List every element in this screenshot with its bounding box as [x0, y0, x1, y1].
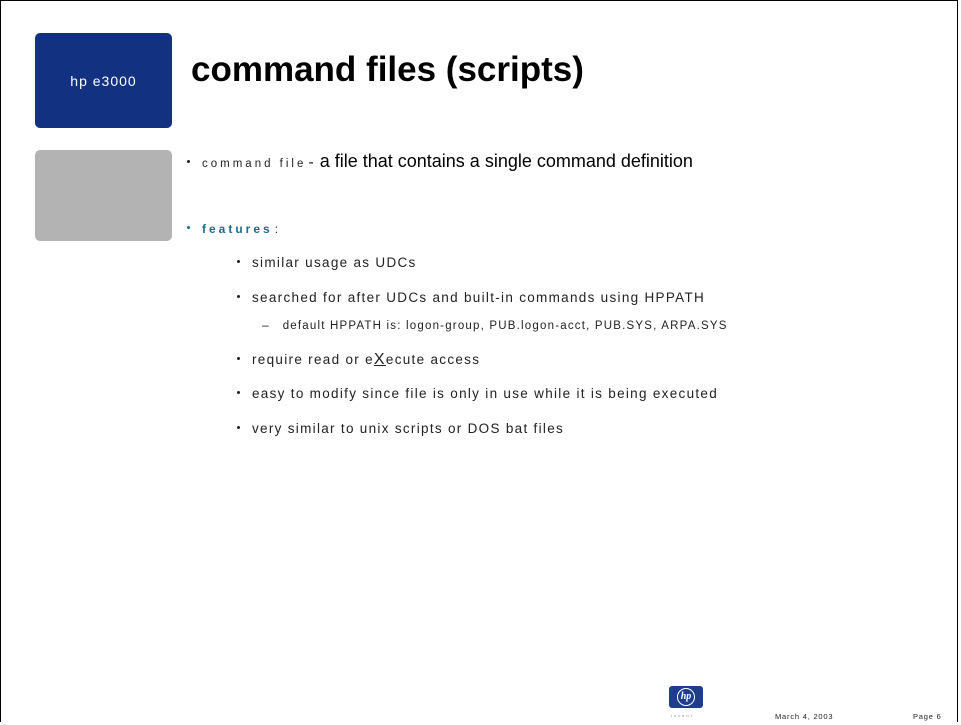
term-separator: - [308, 154, 314, 171]
bullet-dot [237, 260, 240, 263]
sub-bullet-dash: – [262, 318, 269, 332]
product-label-box: hp e3000 [35, 33, 172, 128]
feature-item: similar usage as UDCs [237, 255, 417, 270]
feature-item-underlined-letter: X [373, 351, 386, 368]
feature-item-text-suffix: ecute access [385, 352, 481, 367]
feature-item: easy to modify since file is only in use… [237, 386, 718, 401]
feature-sub-item: – default HPPATH is: logon-group, PUB.lo… [262, 318, 728, 332]
term-command-file: command file [202, 158, 307, 170]
bullet-command-file: command file - a file that contains a si… [187, 151, 693, 172]
bullet-dot [187, 226, 190, 229]
feature-item-text: very similar to unix scripts or DOS bat … [252, 421, 565, 436]
feature-item: very similar to unix scripts or DOS bat … [237, 421, 564, 436]
features-colon: : [274, 222, 279, 236]
product-label: hp e3000 [70, 72, 137, 89]
bullet-dot [237, 357, 240, 360]
slide-title: command files (scripts) [191, 50, 584, 89]
bullet-dot [237, 391, 240, 394]
term-definition: a file that contains a single command de… [319, 151, 693, 171]
feature-item-text: searched for after UDCs and built-in com… [252, 290, 706, 305]
feature-item-text: similar usage as UDCs [252, 255, 417, 270]
bullet-dot [187, 160, 190, 163]
feature-item-text: easy to modify since file is only in use… [252, 386, 719, 401]
feature-item-text-prefix: require read or e [252, 352, 374, 367]
feature-item: searched for after UDCs and built-in com… [237, 290, 705, 305]
hp-logo-icon: hp [669, 686, 703, 708]
bullet-features: features : [187, 222, 278, 236]
features-label: features [202, 222, 273, 236]
logo-tagline: invent [671, 713, 694, 718]
hp-logo-mark: hp [677, 688, 695, 706]
feature-sub-item-text: default HPPATH is: logon-group, PUB.logo… [282, 320, 728, 332]
footer-date: March 4, 2003 [775, 712, 834, 721]
feature-item: require read or e X ecute access [237, 351, 480, 369]
bullet-dot [237, 426, 240, 429]
footer-page-number: Page 6 [913, 712, 942, 721]
decorative-grey-box [35, 150, 172, 241]
bullet-dot [237, 295, 240, 298]
